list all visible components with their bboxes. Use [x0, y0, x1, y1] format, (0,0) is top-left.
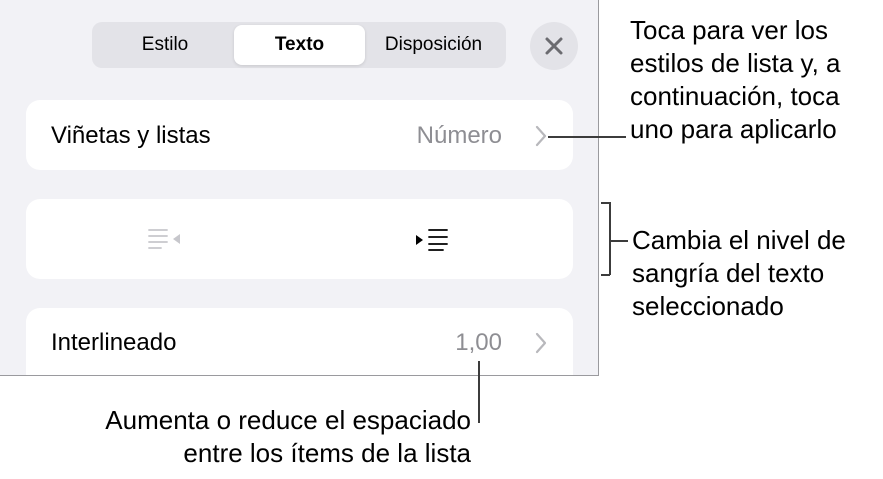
line-spacing-label: Interlineado [51, 329, 177, 356]
callout-line: continuación, toca [630, 81, 840, 111]
callout-spacing: Aumenta o reduce el espaciado entre los … [105, 404, 471, 470]
callout-indent: Cambia el nivel de sangría del texto sel… [632, 224, 846, 323]
callout-line: Cambia el nivel de [632, 225, 846, 255]
tab-disposicion[interactable]: Disposición [365, 25, 502, 65]
chevron-right-icon [535, 332, 547, 354]
callout-list-styles: Toca para ver los estilos de lista y, a … [630, 14, 841, 146]
line-spacing-row[interactable]: Interlineado 1,00 [26, 308, 573, 375]
format-tab-control: Estilo Texto Disposición [92, 22, 506, 68]
callout-bracket-top [601, 202, 610, 204]
close-icon [545, 37, 563, 55]
bullets-and-lists-label: Viñetas y listas [51, 122, 211, 149]
tab-estilo[interactable]: Estilo [96, 25, 234, 65]
callout-line: sangría del texto [632, 258, 825, 288]
line-spacing-value: 1,00 [455, 329, 502, 356]
indent-controls-row [26, 199, 573, 279]
chevron-right-icon [535, 125, 547, 147]
callout-leader-list-styles [548, 136, 626, 138]
close-button[interactable] [530, 22, 578, 70]
bullets-and-lists-value: Número [416, 122, 502, 149]
increase-indent-button[interactable] [299, 199, 573, 279]
callout-bracket-bottom [601, 274, 610, 276]
bullets-and-lists-row[interactable]: Viñetas y listas Número [26, 100, 573, 170]
callout-line: seleccionado [632, 291, 784, 321]
tab-texto[interactable]: Texto [234, 25, 365, 65]
callout-bracket-vertical [609, 202, 611, 275]
callout-line: uno para aplicarlo [630, 114, 837, 144]
callout-line: Aumenta o reduce el espaciado [105, 405, 471, 435]
decrease-indent-button[interactable] [26, 199, 299, 279]
callout-line: estilos de lista y, a [630, 48, 841, 78]
decrease-indent-icon [148, 229, 180, 249]
increase-indent-icon [416, 229, 448, 251]
format-panel: Estilo Texto Disposición Viñetas y lista… [0, 0, 599, 376]
callout-line: entre los ítems de la lista [183, 438, 471, 468]
callout-leader-spacing [478, 361, 480, 423]
callout-leader-indent [610, 240, 628, 242]
callout-line: Toca para ver los [630, 15, 828, 45]
